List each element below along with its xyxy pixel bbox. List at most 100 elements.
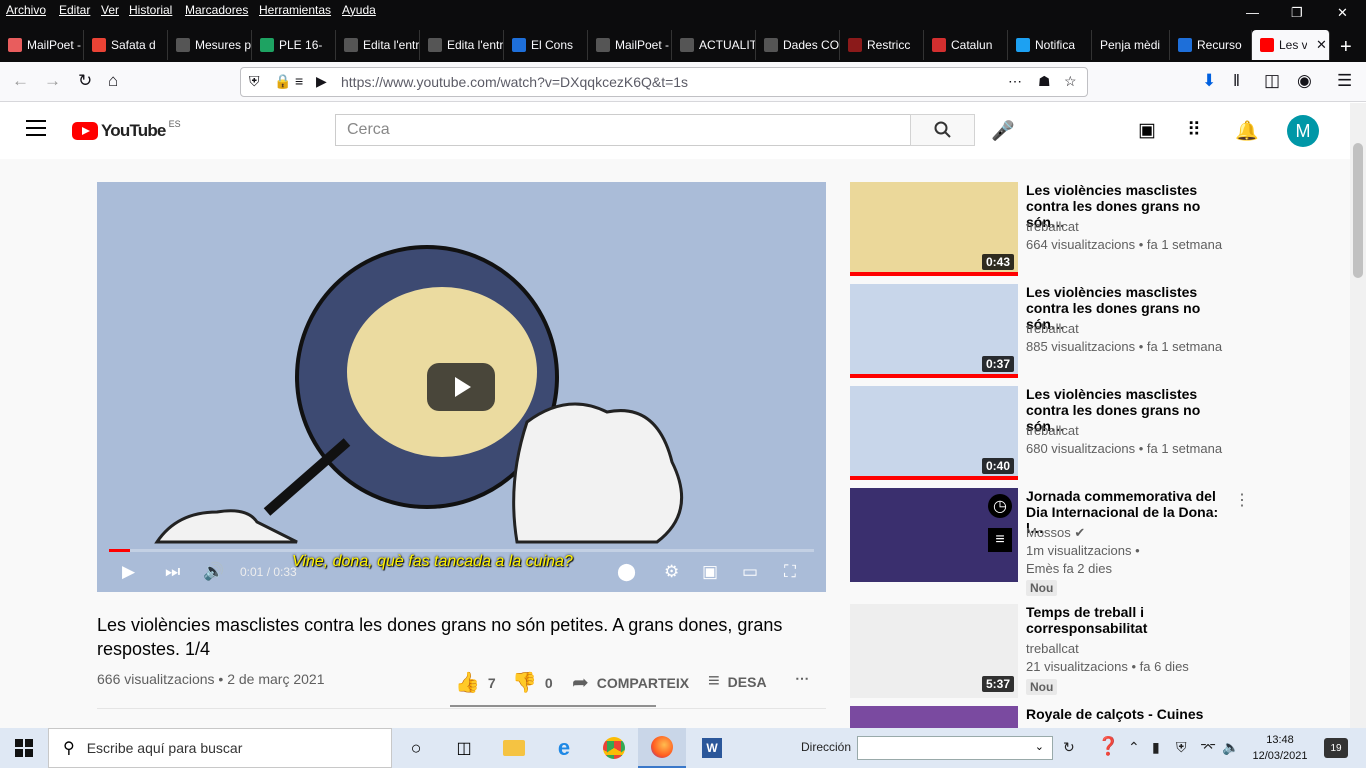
tab-10[interactable]: Restricc — [840, 30, 924, 60]
tab-9[interactable]: Dades COVI — [756, 30, 840, 60]
rec-item[interactable]: Royale de calçots - Cuines — [850, 706, 1280, 728]
tab-0[interactable]: MailPoet - E — [0, 30, 84, 60]
back-icon[interactable]: ← — [12, 71, 29, 91]
play-overlay-button[interactable] — [427, 363, 495, 411]
forward-icon[interactable]: → — [44, 71, 61, 91]
taskbar-search-input[interactable] — [86, 740, 367, 756]
rec-item[interactable]: 0:40 Les violències masclistes contra le… — [850, 386, 1280, 482]
menu-ayuda[interactable]: Ayuda — [342, 3, 376, 17]
task-view-icon[interactable]: ◫ — [440, 728, 488, 768]
autoplay-blocked-icon[interactable]: ▶ — [316, 73, 327, 90]
cortana-icon[interactable]: ○ — [392, 728, 440, 768]
system-clock[interactable]: 13:48 12/03/2021 — [1250, 732, 1310, 764]
guide-menu-icon[interactable] — [26, 120, 46, 140]
settings-gear-icon[interactable]: ⚙ — [664, 562, 679, 582]
url-bar[interactable]: ⛨ 🔒 ≡ ▶ https://www.youtube.com/watch?v=… — [240, 67, 1088, 97]
url-text[interactable]: https://www.youtube.com/watch?v=DXqqkcez… — [341, 74, 688, 90]
reload-icon[interactable]: ↻ — [78, 71, 92, 91]
rec-item[interactable]: 5:37 Temps de treball i corresponsabilit… — [850, 604, 1280, 704]
scrollbar-thumb[interactable] — [1353, 143, 1363, 278]
close-window-icon[interactable]: ✕ — [1337, 5, 1348, 21]
next-icon[interactable]: ⏭ — [165, 562, 180, 582]
more-actions-icon[interactable]: ⋯ — [795, 670, 809, 687]
chevron-down-icon[interactable]: ⌄ — [1035, 740, 1044, 753]
tab-2[interactable]: Mesures pe — [168, 30, 252, 60]
hamburger-menu-icon[interactable]: ☰ — [1337, 71, 1352, 91]
word-icon[interactable]: W — [688, 728, 736, 768]
rec-channel[interactable]: treballcat — [1026, 321, 1079, 336]
rec-channel[interactable]: treballcat — [1026, 219, 1079, 234]
internet-explorer-icon[interactable]: e — [540, 728, 588, 768]
start-button[interactable] — [0, 728, 48, 768]
tab-8[interactable]: ACTUALITA — [672, 30, 756, 60]
rec-thumbnail[interactable]: 0:40 — [850, 386, 1018, 480]
taskbar-search[interactable]: ⚲ — [48, 728, 392, 768]
library-icon[interactable]: ‖ — [1233, 71, 1240, 91]
file-explorer-icon[interactable] — [490, 728, 538, 768]
sidebar-icon[interactable]: ◫ — [1264, 71, 1280, 91]
tab-12[interactable]: Notifica — [1008, 30, 1092, 60]
speaker-icon[interactable]: 🔈 — [1222, 739, 1239, 756]
miniplayer-icon[interactable]: ▣ — [702, 562, 718, 582]
pocket-icon[interactable]: ☗ — [1038, 73, 1051, 90]
battery-icon[interactable]: ▮ — [1152, 739, 1160, 756]
theater-mode-icon[interactable]: ▭ — [742, 562, 758, 582]
menu-herramientas[interactable]: Herramientas — [259, 3, 331, 17]
tray-expand-icon[interactable]: ⌃ — [1128, 739, 1140, 756]
rec-thumbnail[interactable] — [850, 706, 1018, 728]
autoplay-toggle-icon[interactable]: ⬤ — [617, 562, 636, 582]
tab-5[interactable]: Edita l'entra — [420, 30, 504, 60]
rec-item[interactable]: 0:37 Les violències masclistes contra le… — [850, 284, 1280, 380]
tab-13[interactable]: Penja mèdi — [1092, 30, 1170, 60]
like-button[interactable]: 👍 7 — [455, 670, 496, 695]
menu-editar[interactable]: Editar — [59, 3, 90, 17]
rec-title[interactable]: Royale de calçots - Cuines — [1026, 706, 1236, 722]
play-icon[interactable]: ▶ — [122, 562, 135, 582]
tab-active-youtube[interactable]: Les v ✕ — [1252, 30, 1330, 60]
rec-title[interactable]: Temps de treball i corresponsabilitat — [1026, 604, 1236, 636]
permissions-icon[interactable]: ≡ — [295, 73, 303, 89]
new-tab-icon[interactable]: + — [1340, 36, 1352, 59]
lock-icon[interactable]: 🔒 — [274, 73, 291, 90]
wifi-icon[interactable]: ⌤ — [1200, 739, 1216, 756]
tab-6[interactable]: El Cons — [504, 30, 588, 60]
more-vert-icon[interactable]: ⋮ — [1234, 490, 1250, 510]
account-icon[interactable]: ◉ — [1297, 71, 1312, 91]
scrollbar[interactable] — [1350, 103, 1366, 728]
download-icon[interactable]: ⬇ — [1202, 71, 1216, 91]
tab-11[interactable]: Catalun — [924, 30, 1008, 60]
rec-thumbnail[interactable]: 0:43 — [850, 182, 1018, 276]
address-toolbar-input[interactable]: ⌄ — [857, 736, 1053, 760]
close-tab-icon[interactable]: ✕ — [1316, 37, 1327, 53]
tab-1[interactable]: Safata d — [84, 30, 168, 60]
share-button[interactable]: ➦ COMPARTEIX — [572, 670, 689, 695]
youtube-logo[interactable]: YouTube ES — [72, 119, 181, 141]
notifications-bell-icon[interactable]: 🔔 — [1235, 119, 1259, 143]
tab-14[interactable]: Recurso — [1170, 30, 1252, 60]
progress-bar[interactable] — [109, 549, 814, 552]
rec-item[interactable]: 0:43 Les violències masclistes contra le… — [850, 182, 1280, 278]
tab-7[interactable]: MailPoet - ( — [588, 30, 672, 60]
shield-icon[interactable]: ⛨ — [249, 73, 260, 90]
save-button[interactable]: ≡ DESA — [708, 670, 767, 693]
notification-center-icon[interactable]: 19 — [1324, 738, 1348, 758]
rec-thumbnail[interactable]: 5:37 — [850, 604, 1018, 698]
menu-ver[interactable]: Ver — [101, 3, 119, 17]
home-icon[interactable]: ⌂ — [108, 71, 118, 91]
rec-channel[interactable]: Mossos ✔ — [1026, 525, 1085, 541]
tab-4[interactable]: Edita l'entra — [336, 30, 420, 60]
add-to-queue-icon[interactable]: ≡ — [988, 528, 1012, 552]
volume-icon[interactable]: 🔊 — [203, 562, 224, 582]
security-icon[interactable]: ⛨ — [1176, 739, 1187, 756]
dislike-button[interactable]: 👎 0 — [512, 670, 553, 695]
apps-grid-icon[interactable]: ⠿ — [1187, 119, 1201, 142]
search-button[interactable] — [910, 114, 975, 146]
menu-historial[interactable]: Historial — [129, 3, 172, 17]
page-actions-icon[interactable]: ⋯ — [1008, 73, 1022, 90]
minimize-icon[interactable]: — — [1246, 5, 1259, 20]
menu-marcadores[interactable]: Marcadores — [185, 3, 248, 17]
search-input[interactable] — [335, 114, 911, 146]
fullscreen-icon[interactable]: ⛶ — [784, 562, 796, 582]
create-video-icon[interactable]: ▣ — [1138, 119, 1156, 142]
chrome-icon[interactable] — [590, 728, 638, 768]
